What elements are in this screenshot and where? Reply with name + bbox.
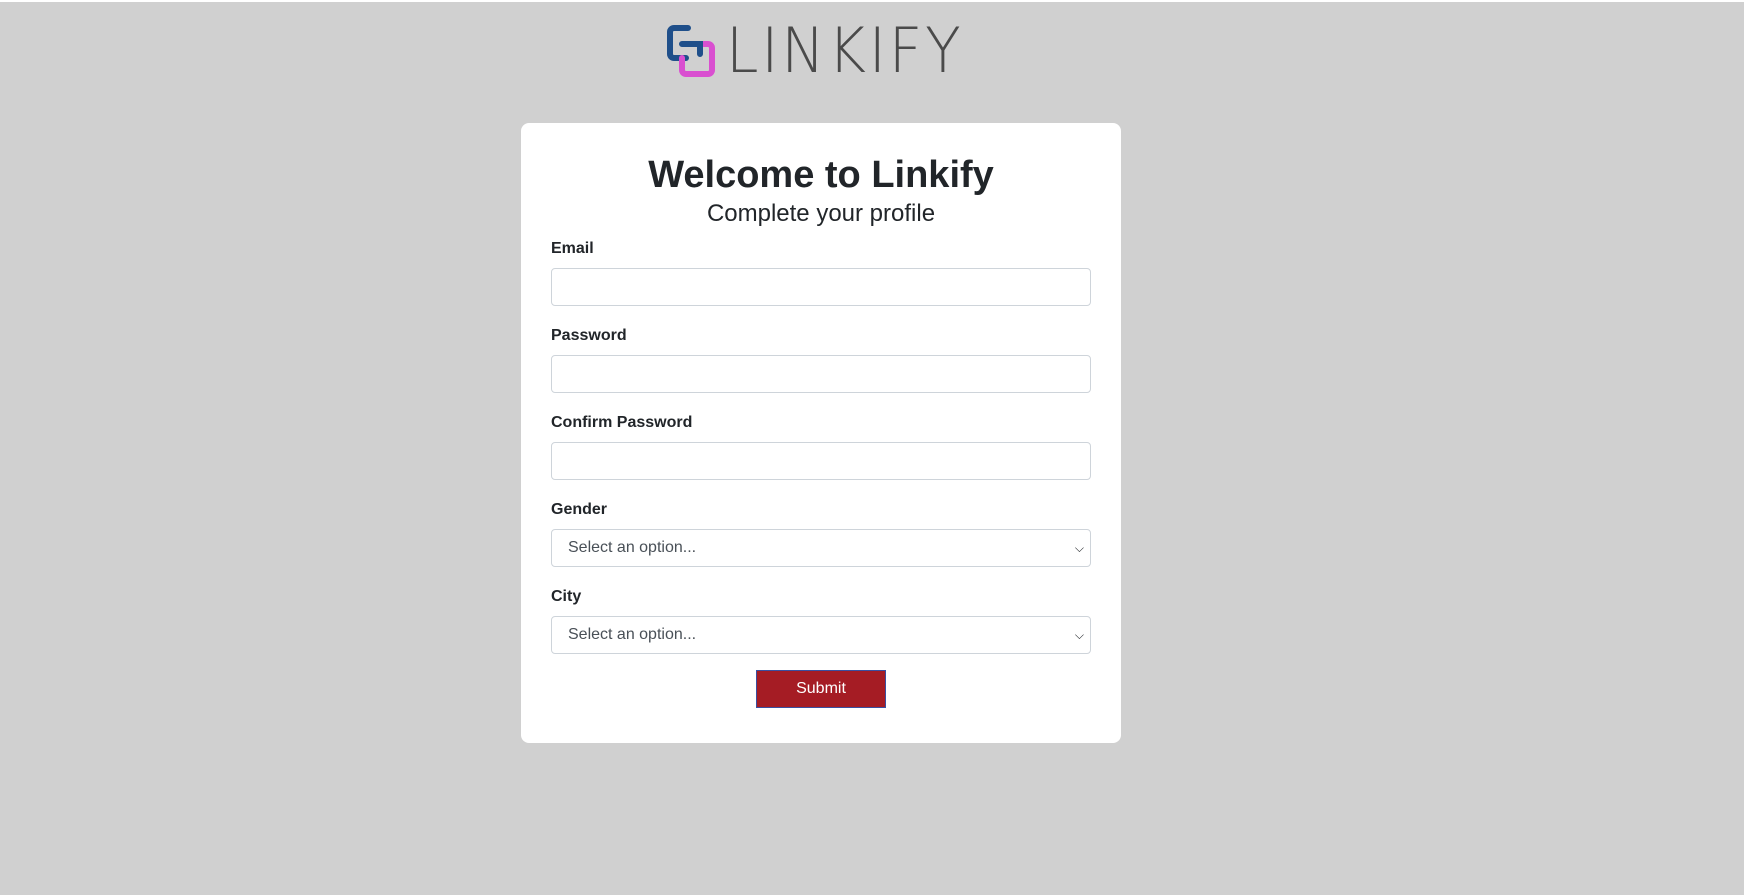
chevron-down-icon: ⌵ — [1074, 628, 1084, 642]
password-label: Password — [551, 327, 627, 344]
logo: LINKIFY — [666, 14, 979, 87]
gender-label: Gender — [551, 501, 608, 518]
email-field[interactable] — [551, 268, 1091, 306]
linkify-logo-icon — [667, 25, 715, 77]
city-select[interactable]: Select an option... ⌵ — [551, 616, 1091, 654]
email-label: Email — [551, 240, 594, 257]
city-group: City Select an option... ⌵ — [551, 587, 1091, 654]
gender-selected-value: Select an option... — [568, 539, 697, 556]
email-group: Email — [551, 239, 1091, 306]
page-subtitle: Complete your profile — [706, 200, 936, 227]
confirm-password-label: Confirm Password — [551, 414, 693, 431]
confirm-password-field[interactable] — [551, 442, 1091, 480]
confirm-password-group: Confirm Password — [551, 413, 1091, 480]
top-strip — [0, 0, 1744, 2]
submit-button[interactable]: Submit — [756, 670, 886, 708]
brand-name: LINKIFY — [726, 14, 964, 87]
password-field[interactable] — [551, 355, 1091, 393]
password-group: Password — [551, 326, 1091, 393]
profile-card: Welcome to Linkify Complete your profile… — [521, 123, 1121, 743]
city-label: City — [551, 588, 582, 605]
gender-select[interactable]: Select an option... ⌵ — [551, 529, 1091, 567]
gender-group: Gender Select an option... ⌵ — [551, 500, 1091, 567]
page-title: Welcome to Linkify — [648, 154, 994, 196]
city-selected-value: Select an option... — [568, 626, 697, 643]
submit-wrap: Submit — [551, 670, 1091, 708]
chevron-down-icon: ⌵ — [1074, 541, 1084, 555]
